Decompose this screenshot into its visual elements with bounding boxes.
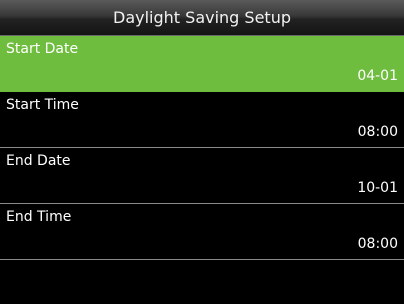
menu-item-label: Start Date <box>6 41 79 57</box>
page-title: Daylight Saving Setup <box>113 8 291 27</box>
menu-item-end-date[interactable]: End Date 10-01 <box>0 148 404 204</box>
menu-item-start-date[interactable]: Start Date 04-01 <box>0 36 404 92</box>
menu-item-value: 08:00 <box>357 124 398 140</box>
title-bar: Daylight Saving Setup <box>0 0 404 36</box>
menu-item-value: 10-01 <box>357 180 398 196</box>
menu-item-label: Start Time <box>6 97 79 113</box>
menu-item-label: End Date <box>6 153 71 169</box>
menu-item-value: 08:00 <box>357 236 398 252</box>
menu-item-start-time[interactable]: Start Time 08:00 <box>0 92 404 148</box>
menu-item-value: 04-01 <box>357 68 398 84</box>
settings-list: Start Date 04-01 Start Time 08:00 End Da… <box>0 36 404 260</box>
daylight-saving-screen: Daylight Saving Setup Start Date 04-01 S… <box>0 0 404 304</box>
menu-item-label: End Time <box>6 209 72 225</box>
menu-item-end-time[interactable]: End Time 08:00 <box>0 204 404 260</box>
